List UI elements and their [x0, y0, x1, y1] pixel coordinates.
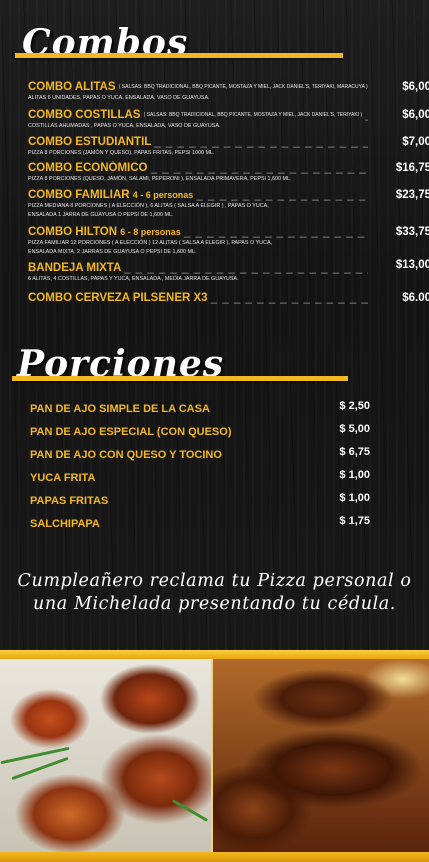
menu-board: Combos COMBO ALITAS ( SALSAS: BBQ TRADIC… [0, 0, 429, 650]
birthday-promo: Cumpleañero reclama tu Pizza personal o … [0, 570, 429, 616]
combo-description: PIZZA 8 PORCIONES (QUESO, JAMÓN, SALAMI,… [28, 176, 292, 182]
combo-item-hilton: COMBO HILTON 6 - 8 personas _ _ _ _ _ _ … [28, 225, 429, 256]
combo-item-costillas: COMBO COSTILLAS ( SALSAS: BBQ TRADICIONA… [28, 108, 429, 131]
portion-item: PAPAS FRITAS $ 1,00 [30, 491, 370, 507]
portion-item: PAN DE AJO SIMPLE DE LA CASA $ 2,50 [30, 399, 370, 415]
gold-stripe-top [0, 650, 429, 659]
combo-name: COMBO ESTUDIANTIL [28, 136, 152, 148]
combo-description: ENSALADA MIXTA, 2 JARRAS DE GUAYUSA O PE… [28, 248, 197, 255]
bbq-ribs-photo [213, 659, 429, 852]
combo-people: 4 - 6 personas [132, 190, 194, 200]
portion-name: PAN DE AJO ESPECIAL (CON QUESO) [30, 426, 232, 438]
portion-price: $ 2,50 [339, 400, 370, 412]
combo-description: PIZZA 8 PORCIONES (JAMÓN Y QUESO), PAPAS… [28, 150, 215, 156]
combos-title-underline [15, 53, 343, 58]
portion-name: SALCHIPAPA [30, 518, 100, 530]
porciones-title-underline [12, 376, 348, 381]
combo-name: COMBO ECONÓMICO [28, 162, 148, 174]
combo-price: $6.00 [402, 292, 429, 304]
combo-name: COMBO FAMILIAR [28, 189, 130, 201]
portion-item: PAN DE AJO ESPECIAL (CON QUESO) $ 5,00 [30, 422, 370, 438]
portion-item: PAN DE AJO CON QUESO Y TOCINO $ 6,75 [30, 445, 370, 461]
combo-description: PIZZA MEDIANA 8 PORCIONES ( A ELECCIÓN )… [28, 203, 269, 209]
dash-leader: __ [365, 109, 368, 121]
portion-price: $ 1,00 [339, 469, 370, 481]
portion-price: $ 6,75 [339, 446, 370, 458]
combo-price: $13,00 [395, 259, 429, 271]
combo-sauces: ( SALSAS: BBQ TRADICIONAL, BBQ PICANTE, … [118, 84, 368, 90]
combo-item-familiar: COMBO FAMILIAR 4 - 6 personas _ _ _ _ _ … [28, 188, 429, 219]
dash-leader: _ _ _ _ _ _ _ _ _ _ _ _ _ _ _ _ _ [210, 292, 368, 304]
combo-name: BANDEJA MIXTA [28, 262, 121, 274]
portion-item: SALCHIPAPA $ 1,75 [30, 514, 370, 530]
combo-name: COMBO CERVEZA PILSENER X3 [28, 292, 208, 304]
dash-leader: _ _ _ _ _ _ _ _ _ _ _ _ _ _ _ _ _ _ _ _ … [124, 262, 368, 274]
combo-description: ENSALADA 1 JARRA DE GUAYUSA O PEPSI DE 1… [28, 211, 174, 218]
combo-name: COMBO HILTON [28, 226, 118, 238]
food-photo-band [0, 650, 429, 862]
dash-leader: _ _ _ _ _ _ _ _ _ _ _ _ _ _ _ _ _ _ [183, 226, 368, 238]
combo-price: $33,75 [395, 226, 429, 238]
portion-item: YUCA FRITA $ 1,00 [30, 468, 370, 484]
herb-garnish [11, 756, 69, 781]
combo-people: 6 - 8 personas [120, 227, 181, 237]
chicken-wings-photo [0, 659, 211, 852]
portion-name: PAPAS FRITAS [30, 495, 109, 507]
combo-item-alitas: COMBO ALITAS ( SALSAS: BBQ TRADICIONAL, … [28, 80, 429, 103]
dash-leader: _ _ _ _ _ _ _ _ _ _ _ _ _ _ _ _ _ _ _ _ … [150, 162, 368, 174]
combo-price: $7,00 [402, 136, 429, 148]
portion-name: YUCA FRITA [30, 472, 96, 484]
combo-description: PIZZA FAMILIAR 12 PORCIONES ( A ELECCIÓN… [28, 240, 273, 246]
combo-price: $23,75 [395, 189, 429, 201]
combo-item-cerveza: COMBO CERVEZA PILSENER X3 _ _ _ _ _ _ _ … [28, 291, 429, 305]
combo-item-estudiantil: COMBO ESTUDIANTIL _ _ _ _ _ _ _ _ _ _ _ … [28, 135, 429, 158]
combo-name: COMBO ALITAS [28, 81, 116, 94]
portion-price: $ 1,00 [339, 492, 370, 504]
dash-leader: _ _ _ _ _ _ _ _ _ _ _ _ _ _ _ [196, 189, 367, 201]
combo-price: $6,00 [402, 109, 429, 121]
combo-description: COSTILLAS AHUMADAS , PAPAS O YUCA, ENSAL… [28, 123, 221, 130]
portion-price: $ 5,00 [339, 423, 370, 435]
dash-leader: _ _ _ _ _ _ _ _ _ _ _ _ _ _ _ _ _ _ _ _ … [154, 136, 368, 148]
promo-line-2: una Michelada presentando tu cédula. [33, 594, 396, 614]
combo-sauces: ( SALSAS: BBQ TRADICIONAL, BBQ PICANTE, … [143, 112, 363, 118]
gold-stripe-bottom [0, 852, 429, 862]
promo-line-1: Cumpleañero reclama tu Pizza personal o [17, 571, 412, 591]
combo-price: $16,75 [395, 162, 429, 174]
combo-name: COMBO COSTILLAS [28, 109, 141, 122]
herb-garnish [171, 799, 209, 822]
combo-price: $6,00 [402, 81, 429, 93]
portion-price: $ 1,75 [339, 515, 370, 527]
portion-name: PAN DE AJO SIMPLE DE LA CASA [30, 403, 210, 415]
combo-item-economico: COMBO ECONÓMICO _ _ _ _ _ _ _ _ _ _ _ _ … [28, 161, 429, 184]
combo-item-bandeja-mixta: BANDEJA MIXTA _ _ _ _ _ _ _ _ _ _ _ _ _ … [28, 259, 429, 284]
portion-name: PAN DE AJO CON QUESO Y TOCINO [30, 449, 222, 461]
combo-description: 6 ALITAS, 4 COSTILLAS, PAPAS Y YUCA, ENS… [28, 276, 239, 282]
combo-description: ALITAS 6 UNIDADES, PAPAS O YUCA, ENSALAD… [28, 95, 210, 102]
